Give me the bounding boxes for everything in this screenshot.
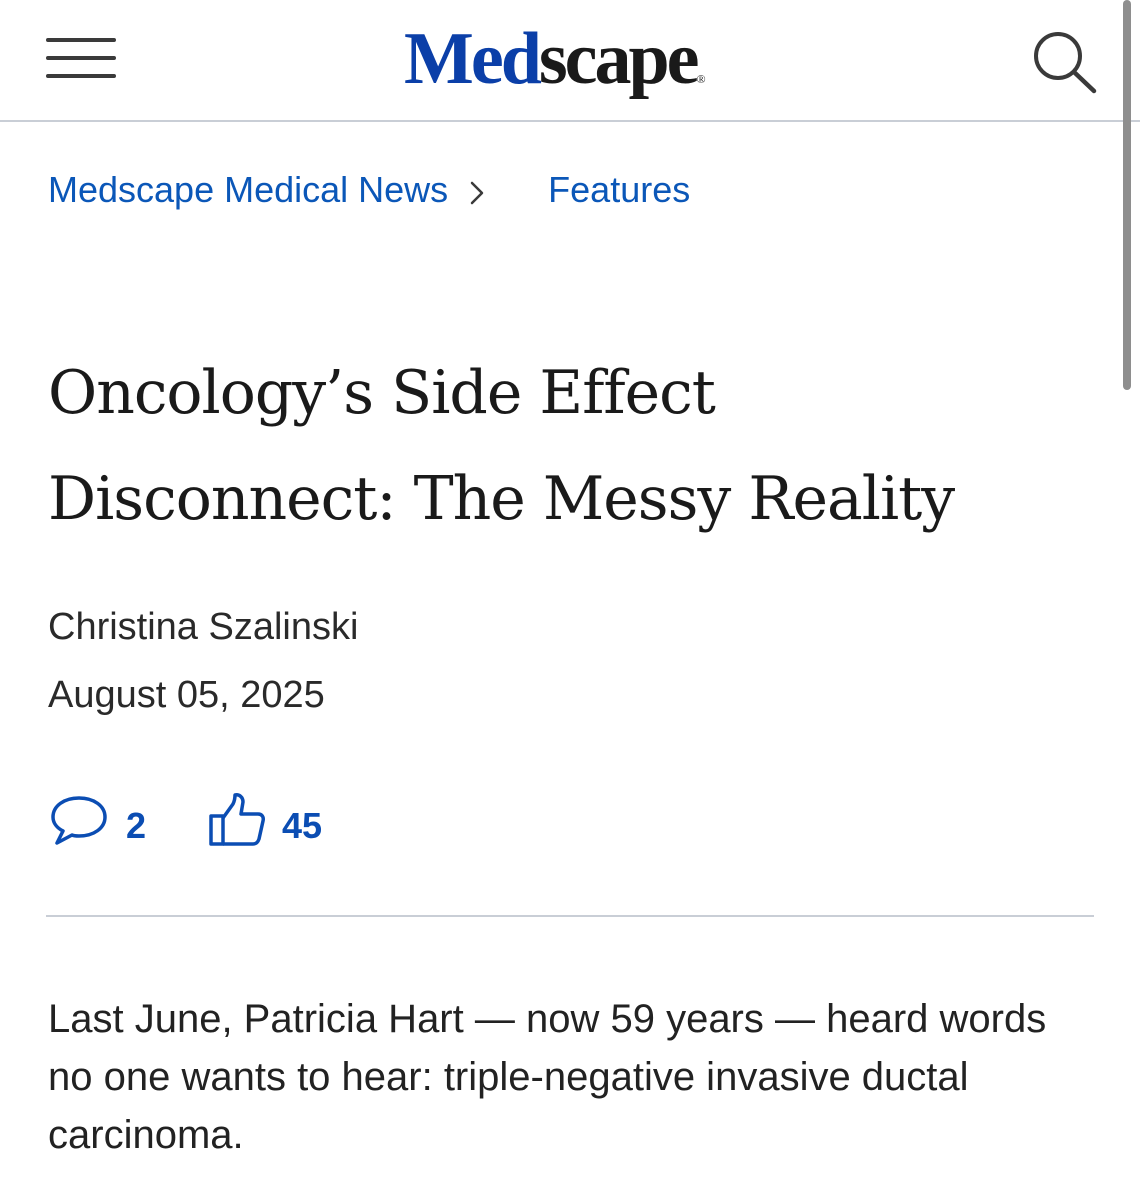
article-body-paragraph: Last June, Patricia Hart — now 59 years …: [48, 997, 1047, 1157]
likes-count: 45: [282, 805, 323, 846]
hamburger-menu-icon[interactable]: [46, 36, 116, 86]
comments-button[interactable]: 2: [48, 793, 146, 847]
search-icon[interactable]: [1030, 28, 1100, 94]
breadcrumb-link-features[interactable]: Features: [548, 169, 690, 211]
logo-part-med: Med: [404, 18, 542, 100]
article-date: August 05, 2025: [48, 674, 325, 716]
menu-line: [46, 56, 116, 60]
breadcrumb-link-medscape-medical-news[interactable]: Medscape Medical News: [48, 169, 448, 211]
breadcrumb: Medscape Medical News Features: [48, 168, 690, 212]
article-title: Oncology’s Side Effect Disconnect: The M…: [48, 358, 955, 534]
thumbs-up-icon: [209, 793, 266, 846]
engagement-bar: 2 45: [48, 790, 322, 850]
menu-line: [46, 74, 116, 78]
logo-part-scape: scape: [538, 18, 700, 100]
page-scrollbar[interactable]: [1123, 0, 1131, 390]
comments-count: 2: [126, 805, 147, 846]
site-header: Medscape®: [0, 0, 1140, 122]
chevron-right-icon: [468, 175, 528, 205]
logo-registered-mark: ®: [696, 72, 706, 86]
medscape-logo[interactable]: Medscape®: [404, 14, 706, 104]
like-button[interactable]: 45: [208, 792, 322, 848]
comment-icon: [51, 796, 107, 845]
article-author[interactable]: Christina Szalinski: [48, 606, 358, 649]
section-divider: [46, 915, 1094, 917]
article-page: Medscape® Medscape Medical News Features…: [0, 0, 1140, 1200]
menu-line: [46, 38, 116, 42]
